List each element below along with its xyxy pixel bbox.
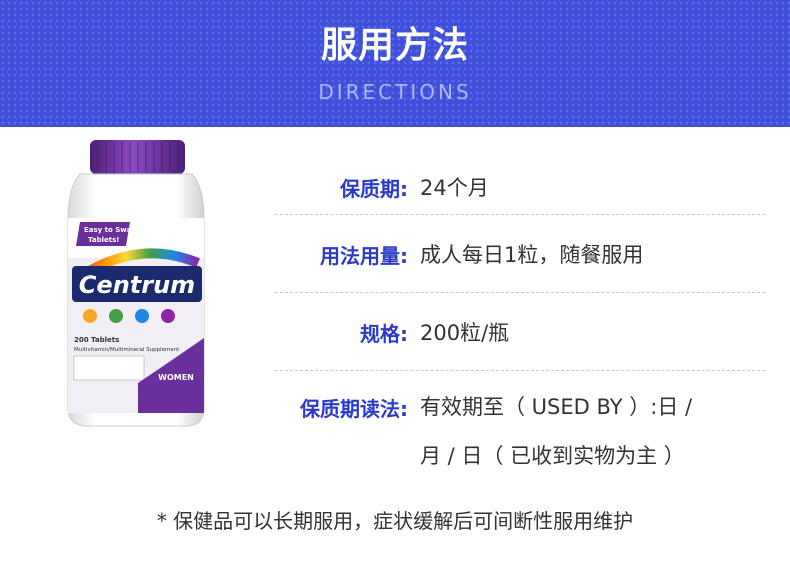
footnote: * 保健品可以长期服用，症状缓解后可间断性服用维护 bbox=[156, 509, 634, 533]
dosage-value: 成人每日1粒，随餐服用 bbox=[420, 243, 644, 267]
divider bbox=[275, 370, 765, 371]
divider bbox=[275, 292, 765, 293]
product-bottle-image: Easy to Swallow Tablets! Centrum 200 Tab… bbox=[67, 140, 205, 427]
bottle-variant-text: WOMEN bbox=[158, 373, 194, 382]
header-banner: 服用方法 DIRECTIONS bbox=[0, 0, 790, 127]
page-title: 服用方法 bbox=[320, 25, 469, 66]
expiry-reading-label: 保质期读法: bbox=[300, 397, 408, 421]
bottle-brand-text: Centrum bbox=[79, 271, 195, 299]
spec-value: 200粒/瓶 bbox=[420, 321, 510, 345]
page-subtitle: DIRECTIONS bbox=[318, 80, 472, 104]
bottle-count-text: 200 Tablets bbox=[74, 336, 119, 344]
dosage-label: 用法用量: bbox=[320, 244, 408, 268]
expiry-reading-value-line2: 月 / 日（ 已收到实物为主 ） bbox=[420, 444, 685, 468]
svg-text:Tablets!: Tablets! bbox=[88, 236, 119, 244]
spec-label: 规格: bbox=[360, 322, 408, 346]
bottle-badge-text: Easy to Swallow bbox=[84, 226, 148, 234]
shelf-life-value: 24个月 bbox=[420, 176, 489, 200]
shelf-life-label: 保质期: bbox=[340, 177, 408, 201]
divider bbox=[275, 214, 765, 215]
expiry-reading-value-line1: 有效期至（ USED BY ）:日 / bbox=[420, 395, 693, 419]
bottle-description-text: Multivitamin/Multimineral Supplement bbox=[74, 347, 180, 353]
